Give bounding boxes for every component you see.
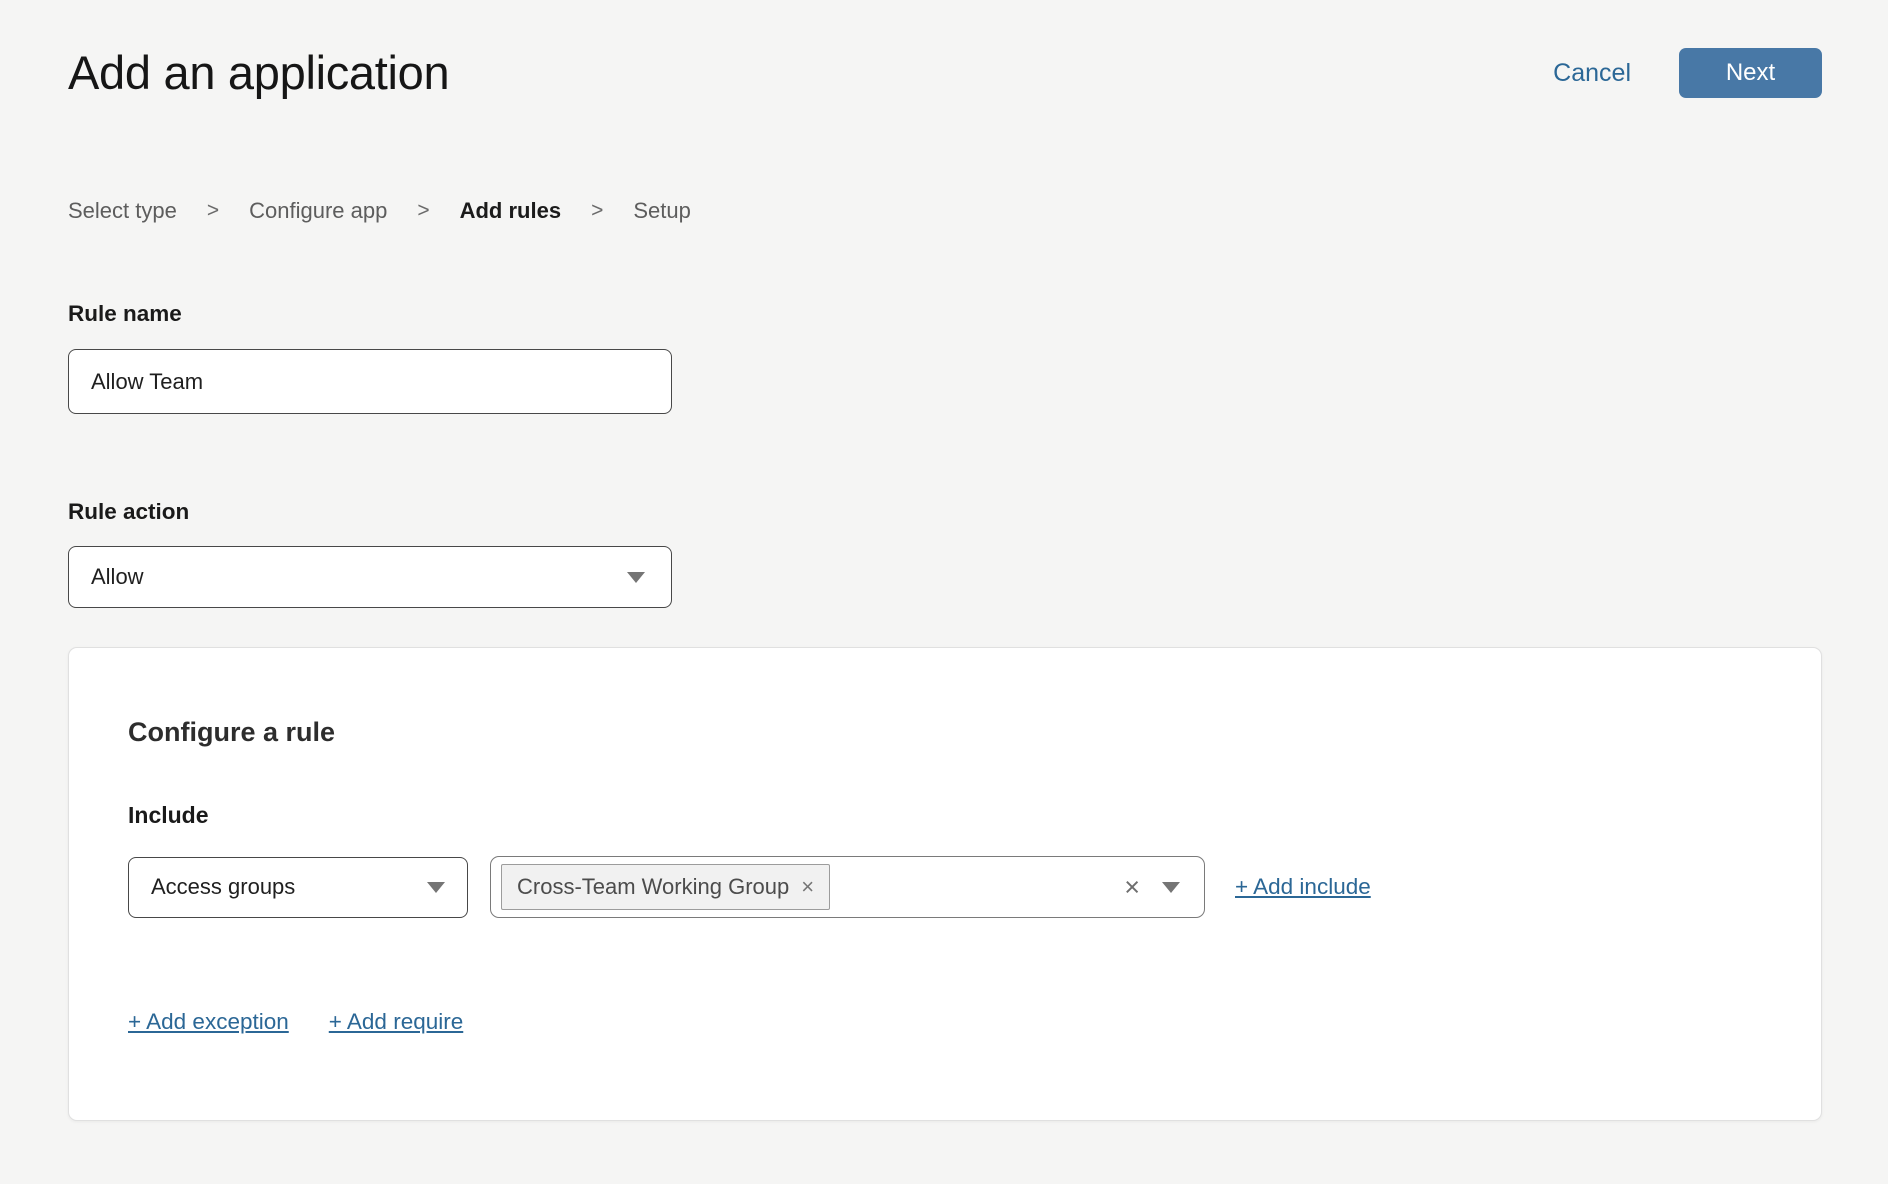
selected-group-tag-label: Cross-Team Working Group xyxy=(517,874,789,900)
rule-name-input[interactable] xyxy=(68,349,672,414)
page-title: Add an application xyxy=(68,46,449,100)
step-add-rules[interactable]: Add rules xyxy=(460,198,561,224)
add-exception-link[interactable]: + Add exception xyxy=(128,1008,289,1036)
page-header: Add an application Cancel Next xyxy=(68,46,1822,100)
chevron-down-icon xyxy=(1162,882,1180,893)
rule-action-value: Allow xyxy=(91,564,144,590)
remove-tag-icon[interactable]: × xyxy=(801,876,814,898)
header-actions: Cancel Next xyxy=(1553,48,1822,98)
card-title: Configure a rule xyxy=(128,716,1761,748)
selected-group-tag: Cross-Team Working Group × xyxy=(501,864,830,910)
cancel-button[interactable]: Cancel xyxy=(1553,59,1631,88)
include-value-multiselect[interactable]: Cross-Team Working Group × × xyxy=(490,856,1205,918)
add-application-page: Add an application Cancel Next Select ty… xyxy=(0,0,1888,1121)
rule-links-row: + Add exception + Add require xyxy=(128,1008,1761,1036)
step-select-type[interactable]: Select type xyxy=(68,198,177,224)
chevron-down-icon xyxy=(627,572,645,583)
configure-rule-card: Configure a rule Include Access groups C… xyxy=(68,647,1822,1121)
breadcrumb-separator: > xyxy=(417,198,429,224)
rule-name-label: Rule name xyxy=(68,300,1822,327)
add-require-link[interactable]: + Add require xyxy=(329,1008,463,1036)
breadcrumb-separator: > xyxy=(591,198,603,224)
include-label: Include xyxy=(128,802,1761,829)
step-setup[interactable]: Setup xyxy=(633,198,691,224)
rule-action-select[interactable]: Allow xyxy=(68,546,672,608)
clear-selection-icon[interactable]: × xyxy=(1124,874,1140,901)
include-selector-select[interactable]: Access groups xyxy=(128,857,468,918)
multiselect-controls: × xyxy=(1124,874,1180,901)
rule-action-label: Rule action xyxy=(68,498,1822,525)
include-selector-value: Access groups xyxy=(151,874,295,900)
chevron-down-icon xyxy=(427,882,445,893)
step-configure-app[interactable]: Configure app xyxy=(249,198,387,224)
add-include-link[interactable]: + Add include xyxy=(1235,873,1371,901)
include-rule-row: Access groups Cross-Team Working Group ×… xyxy=(128,856,1761,918)
breadcrumb-separator: > xyxy=(207,198,219,224)
next-button[interactable]: Next xyxy=(1679,48,1822,98)
breadcrumb: Select type > Configure app > Add rules … xyxy=(68,198,1822,224)
